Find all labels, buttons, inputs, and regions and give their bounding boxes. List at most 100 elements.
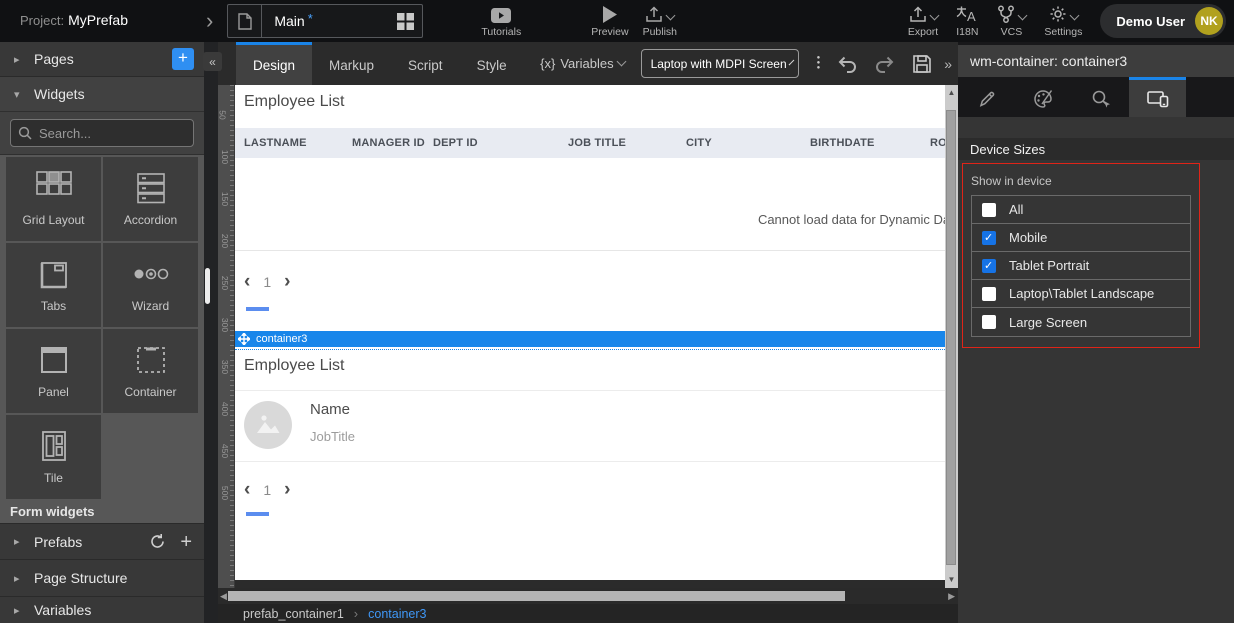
tab-style[interactable]: Style — [460, 42, 524, 85]
column-header[interactable]: BIRTHDATE — [810, 137, 930, 149]
widget-tile-panel[interactable]: Panel — [6, 329, 101, 413]
tab-design[interactable]: Design — [236, 42, 312, 85]
widget-tile-accordion[interactable]: Accordion — [103, 157, 198, 241]
scroll-up-icon[interactable]: ▲ — [945, 88, 958, 97]
widget-tile-grid-layout[interactable]: Grid Layout — [6, 157, 101, 241]
chevron-right-icon[interactable]: › — [206, 11, 213, 31]
redo-button[interactable] — [874, 55, 896, 73]
publish-button[interactable]: Publish — [643, 5, 677, 38]
add-prefab-button[interactable]: + — [180, 534, 192, 550]
checkbox[interactable] — [982, 231, 996, 245]
move-icon[interactable] — [238, 333, 250, 345]
sidebar-scroll-thumb[interactable] — [205, 268, 210, 304]
panel-header: wm-container: container3 — [958, 45, 1234, 77]
page-structure-label: Page Structure — [34, 570, 127, 586]
checkbox[interactable] — [982, 203, 996, 217]
tab-properties[interactable] — [958, 77, 1015, 117]
scroll-down-icon[interactable]: ▼ — [945, 575, 958, 584]
vertical-scroll-thumb[interactable] — [946, 110, 956, 565]
canvas-vertical-scrollbar[interactable]: ▲ ▼ — [945, 85, 958, 588]
horizontal-scroll-thumb[interactable] — [228, 591, 845, 601]
user-menu[interactable]: Demo User NK — [1100, 4, 1226, 38]
ruler-mark: 500 — [220, 486, 230, 500]
search-box[interactable] — [10, 119, 194, 147]
undo-button[interactable] — [836, 55, 858, 73]
tab-script[interactable]: Script — [391, 42, 460, 85]
collapse-sidebar-button[interactable]: « — [203, 52, 222, 71]
prefabs-label: Prefabs — [34, 534, 82, 550]
list-item[interactable]: Name JobTitle — [235, 390, 945, 462]
expand-panel-icon[interactable]: » — [944, 56, 952, 72]
scroll-right-icon[interactable]: ▶ — [948, 591, 955, 602]
device-row-laptop-tablet-landscape[interactable]: Laptop\Tablet Landscape — [972, 280, 1190, 308]
scroll-left-icon[interactable]: ◀ — [220, 591, 227, 602]
column-header[interactable]: DEPT ID — [433, 137, 568, 149]
project-info: Project:MyPrefab — [20, 12, 200, 30]
widget-tile-tile[interactable]: Tile — [6, 415, 101, 499]
column-header[interactable]: CITY — [686, 137, 810, 149]
tab-styles[interactable] — [1015, 77, 1072, 117]
prev-page-icon[interactable]: ‹ — [244, 273, 250, 291]
device-label: Large Screen — [1009, 315, 1087, 330]
page-number[interactable]: 1 — [263, 274, 271, 290]
settings-button[interactable]: Settings — [1044, 5, 1082, 38]
ruler-mark: 50 — [218, 110, 228, 119]
add-page-button[interactable]: + — [172, 48, 194, 70]
design-canvas[interactable]: Employee List LASTNAME MANAGER ID DEPT I… — [235, 85, 945, 580]
work-area: Design Markup Script Style {x} Variables… — [218, 42, 958, 623]
selected-widget-bar[interactable]: container3 — [235, 331, 945, 347]
device-row-large-screen[interactable]: Large Screen — [972, 308, 1190, 336]
data-table-title[interactable]: Employee List — [244, 93, 345, 111]
sidebar-section-prefabs[interactable]: ▸ Prefabs + — [0, 523, 204, 560]
youtube-icon — [491, 5, 511, 23]
preview-button[interactable]: Preview — [591, 5, 628, 38]
pages-grid-icon[interactable] — [397, 13, 414, 30]
sidebar-section-widgets[interactable]: ▾ Widgets — [0, 77, 204, 112]
widget-tile-container[interactable]: Container — [103, 329, 198, 413]
variables-button[interactable]: {x} Variables — [540, 56, 624, 71]
more-options-icon[interactable]: ●●● — [817, 56, 821, 71]
page-tab-main[interactable]: Main * — [227, 4, 423, 38]
widget-tile-label: Tabs — [41, 299, 66, 313]
tab-events[interactable] — [1072, 77, 1129, 117]
publish-icon — [645, 5, 674, 23]
data-table-header[interactable]: LASTNAME MANAGER ID DEPT ID JOB TITLE CI… — [235, 128, 945, 158]
list-item-name: Name — [310, 401, 350, 418]
checkbox[interactable] — [982, 287, 996, 301]
refresh-icon[interactable] — [149, 533, 166, 550]
vcs-button[interactable]: VCS — [996, 5, 1026, 38]
column-header[interactable]: LASTNAME — [244, 137, 352, 149]
column-header[interactable]: MANAGER ID — [352, 137, 433, 149]
search-input[interactable] — [39, 126, 179, 141]
checkbox[interactable] — [982, 315, 996, 329]
breadcrumb-item-active[interactable]: container3 — [368, 607, 426, 621]
save-button[interactable] — [912, 54, 932, 74]
device-preview-select[interactable]: Laptop with MDPI Screen — [641, 49, 799, 78]
sidebar-section-variables[interactable]: ▸ Variables — [0, 597, 204, 623]
widget-tile-label: Panel — [38, 385, 69, 399]
device-row-all[interactable]: All — [972, 196, 1190, 224]
widget-tile-label: Tile — [44, 471, 63, 485]
next-page-icon[interactable]: › — [284, 273, 290, 291]
tab-markup[interactable]: Markup — [312, 42, 391, 85]
widget-tile-tabs[interactable]: Tabs — [6, 243, 101, 327]
export-button[interactable]: Export — [908, 5, 938, 38]
breadcrumb-item[interactable]: prefab_container1 — [243, 607, 344, 621]
column-header[interactable]: RO — [930, 137, 945, 149]
device-row-mobile[interactable]: Mobile — [972, 224, 1190, 252]
sidebar-section-page-structure[interactable]: ▸ Page Structure — [0, 560, 204, 597]
i18n-button[interactable]: A I18N — [956, 5, 978, 38]
checkbox[interactable] — [982, 259, 996, 273]
device-row-tablet-portrait[interactable]: Tablet Portrait — [972, 252, 1190, 280]
canvas-horizontal-scrollbar[interactable]: ◀ ▶ — [218, 588, 958, 604]
list-widget-title[interactable]: Employee List — [244, 357, 345, 375]
widget-tile-wizard[interactable]: Wizard — [103, 243, 198, 327]
column-header[interactable]: JOB TITLE — [568, 137, 686, 149]
page-number[interactable]: 1 — [263, 482, 271, 498]
tab-devices[interactable] — [1129, 77, 1186, 117]
prev-page-icon[interactable]: ‹ — [244, 481, 250, 499]
widget-tile-label: Container — [124, 385, 176, 399]
next-page-icon[interactable]: › — [284, 481, 290, 499]
sidebar-section-pages[interactable]: ▸ Pages + — [0, 42, 204, 77]
tutorials-button[interactable]: Tutorials — [481, 5, 521, 38]
